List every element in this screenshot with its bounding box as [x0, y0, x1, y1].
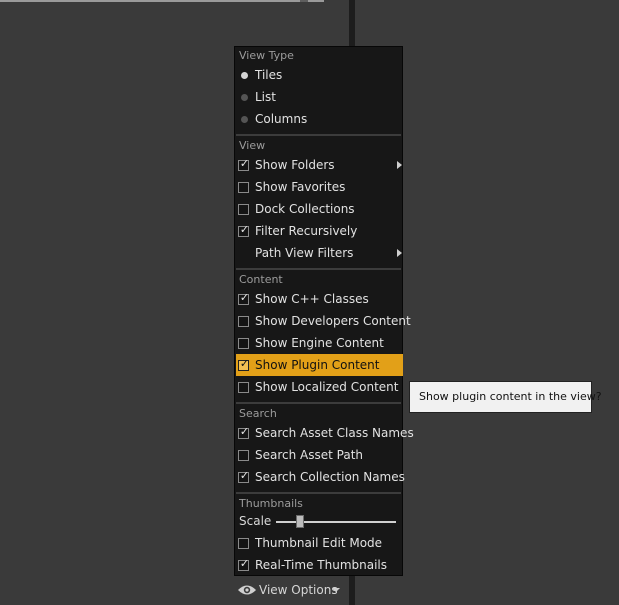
menu-item-show-folders[interactable]: ✓ Show Folders	[236, 154, 403, 176]
menu-divider	[236, 134, 401, 136]
section-header-view: View	[239, 139, 266, 152]
checkmark-icon: ✓	[239, 425, 250, 438]
radio-dot-icon	[241, 116, 248, 123]
section-header-search: Search	[239, 407, 277, 420]
menu-item-show-plugin-content[interactable]: ✓ Show Plugin Content	[236, 354, 403, 376]
checkbox[interactable]: ✓	[238, 425, 250, 439]
menu-divider	[236, 268, 401, 270]
checkbox[interactable]: ✓	[238, 469, 250, 483]
menu-item-list[interactable]: List	[236, 86, 403, 108]
view-options-menu: View Type Tiles List Columns View ✓ Show…	[234, 46, 414, 576]
menu-item-label: Show Engine Content	[255, 336, 384, 350]
checkbox[interactable]	[238, 382, 249, 393]
menu-item-dock-collections[interactable]: Dock Collections	[236, 198, 403, 220]
dropdown-arrow-icon	[332, 588, 340, 592]
checkbox[interactable]	[238, 450, 249, 461]
submenu-arrow-icon	[397, 161, 402, 169]
checkbox[interactable]	[238, 316, 249, 327]
scale-slider-handle[interactable]	[296, 515, 304, 528]
checkmark-icon: ✓	[239, 223, 250, 236]
section-header-thumbnails: Thumbnails	[239, 497, 303, 510]
menu-item-label: Columns	[255, 112, 308, 126]
menu-item-label: Show Folders	[255, 158, 335, 172]
menu-item-label: Dock Collections	[255, 202, 355, 216]
eye-icon	[238, 585, 256, 595]
checkbox[interactable]: ✓	[238, 357, 250, 371]
menu-item-show-cpp-classes[interactable]: ✓ Show C++ Classes	[236, 288, 403, 310]
submenu-arrow-icon	[397, 249, 402, 257]
menu-item-label: Show Favorites	[255, 180, 346, 194]
search-bar-edge	[0, 0, 324, 2]
radio-dot-icon	[241, 94, 248, 101]
menu-item-label: Show Localized Content	[255, 380, 399, 394]
menu-item-filter-recursively[interactable]: ✓ Filter Recursively	[236, 220, 403, 242]
menu-item-label: Show Developers Content	[255, 314, 411, 328]
menu-divider	[236, 492, 401, 494]
checkbox[interactable]: ✓	[238, 223, 250, 237]
menu-item-real-time-thumbnails[interactable]: ✓ Real-Time Thumbnails	[236, 554, 403, 576]
menu-item-label: List	[255, 90, 276, 104]
menu-item-label: Real-Time Thumbnails	[255, 558, 388, 572]
menu-divider	[236, 402, 401, 404]
menu-item-label: Filter Recursively	[255, 224, 358, 238]
checkmark-icon: ✓	[239, 557, 250, 570]
menu-item-search-collection-names[interactable]: ✓ Search Collection Names	[236, 466, 405, 488]
menu-item-show-localized-content[interactable]: Show Localized Content	[236, 376, 403, 398]
menu-item-tiles[interactable]: Tiles	[236, 64, 403, 86]
radio-dot-icon	[241, 72, 248, 79]
checkbox[interactable]	[238, 182, 249, 193]
checkmark-icon: ✓	[239, 157, 250, 170]
tooltip: Show plugin content in the view?	[409, 381, 602, 413]
menu-item-label: Show Plugin Content	[255, 358, 380, 372]
search-bar-end	[300, 0, 308, 2]
menu-item-label: Show C++ Classes	[255, 292, 369, 306]
menu-item-show-engine-content[interactable]: Show Engine Content	[236, 332, 403, 354]
view-options-label: View Options	[259, 583, 338, 597]
thumbnail-scale-row: Scale	[236, 510, 403, 532]
menu-item-search-asset-path[interactable]: Search Asset Path	[236, 444, 403, 466]
menu-item-label: Search Asset Path	[255, 448, 364, 462]
menu-item-thumbnail-edit-mode[interactable]: Thumbnail Edit Mode	[236, 532, 403, 554]
scale-label: Scale	[239, 514, 272, 528]
menu-item-search-asset-class-names[interactable]: ✓ Search Asset Class Names	[236, 422, 414, 444]
checkmark-icon: ✓	[239, 357, 250, 370]
menu-item-label: Search Asset Class Names	[255, 426, 414, 440]
checkbox[interactable]: ✓	[238, 557, 250, 571]
checkbox[interactable]: ✓	[238, 157, 250, 171]
checkbox[interactable]	[238, 538, 249, 549]
scale-slider-track[interactable]	[276, 521, 396, 523]
menu-item-show-favorites[interactable]: Show Favorites	[236, 176, 403, 198]
menu-item-label: Path View Filters	[255, 246, 354, 260]
tooltip-text: Show plugin content in the view?	[419, 390, 602, 403]
checkmark-icon: ✓	[239, 291, 250, 304]
checkbox[interactable]	[238, 204, 249, 215]
checkbox[interactable]: ✓	[238, 291, 250, 305]
section-header-view-type: View Type	[239, 49, 294, 62]
checkbox[interactable]	[238, 338, 249, 349]
menu-item-show-developers-content[interactable]: Show Developers Content	[236, 310, 411, 332]
checkmark-icon: ✓	[239, 469, 250, 482]
menu-item-columns[interactable]: Columns	[236, 108, 403, 130]
menu-item-label: Thumbnail Edit Mode	[255, 536, 383, 550]
section-header-content: Content	[239, 273, 283, 286]
menu-item-label: Tiles	[255, 68, 283, 82]
menu-item-path-view-filters[interactable]: Path View Filters	[236, 242, 403, 264]
menu-item-label: Search Collection Names	[255, 470, 405, 484]
